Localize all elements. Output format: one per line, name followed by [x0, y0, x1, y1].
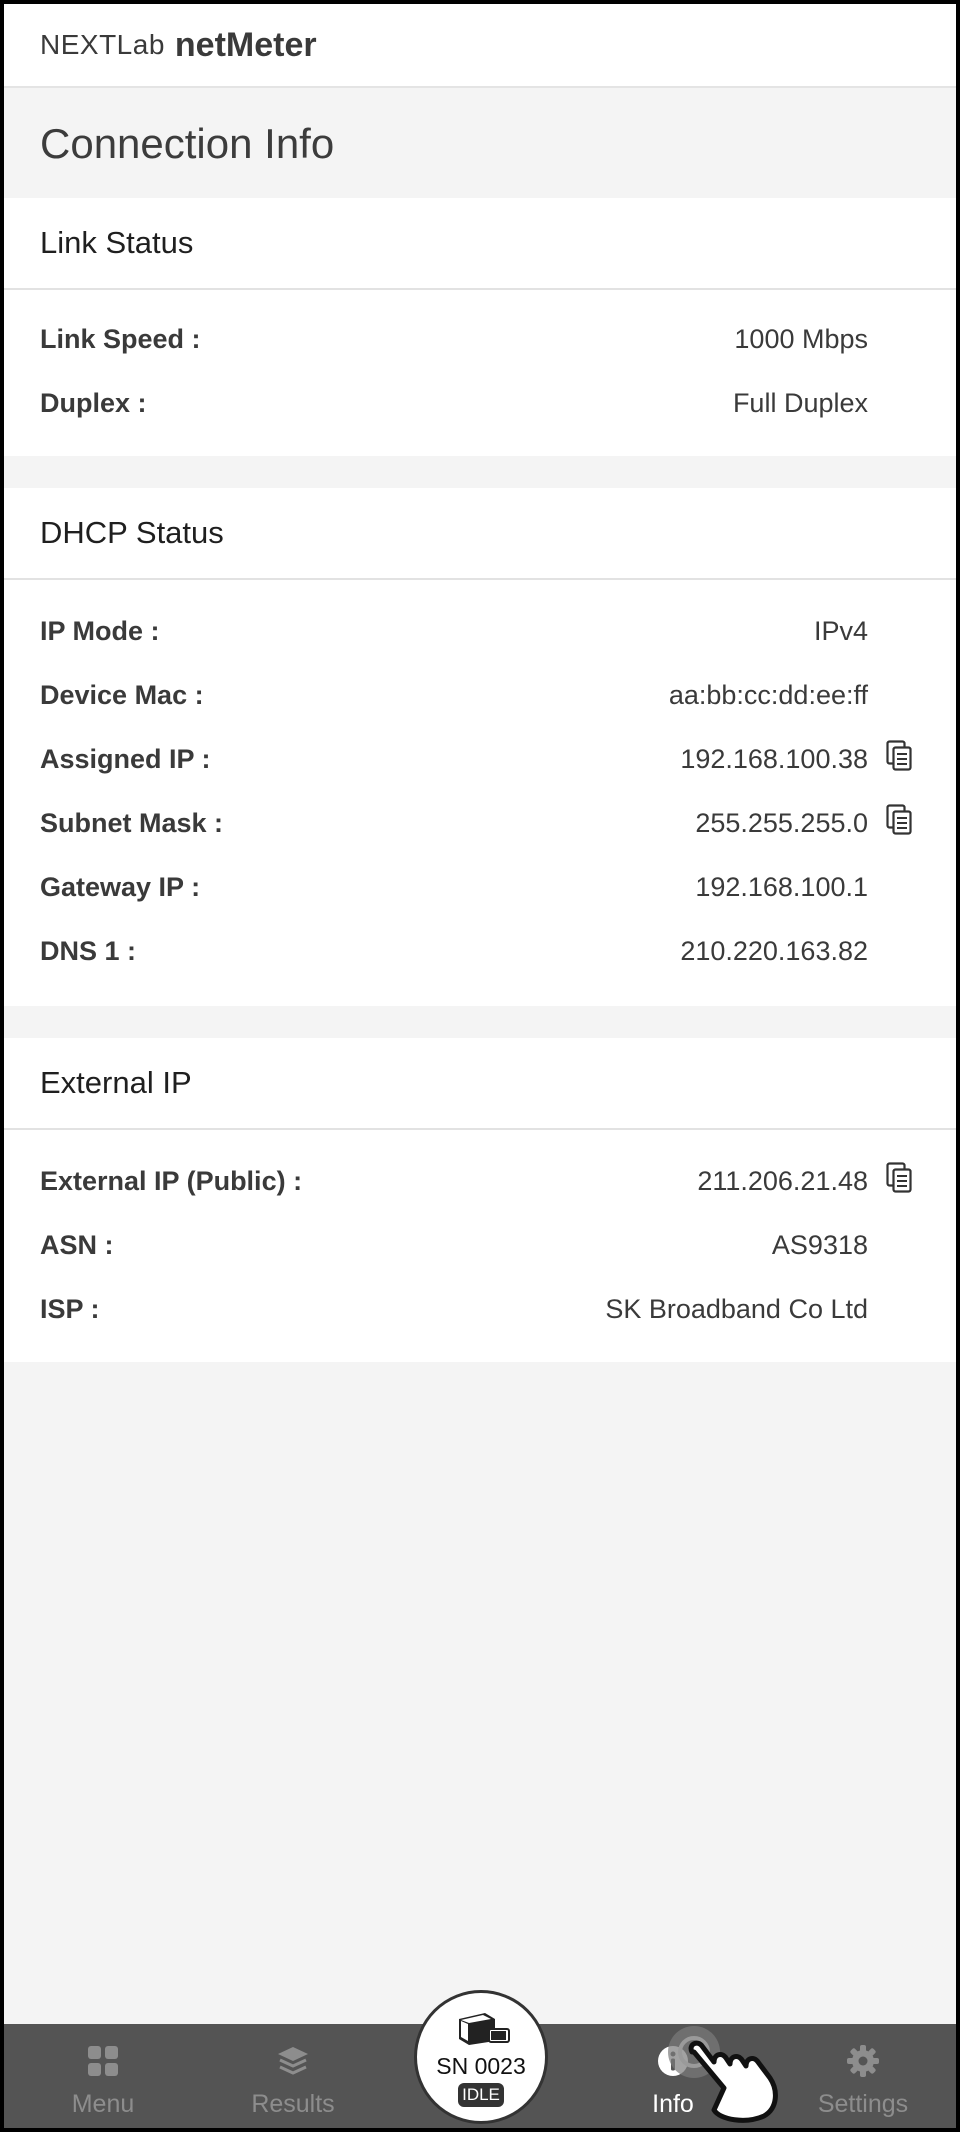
tab-label: Settings — [817, 2090, 909, 2118]
brand-name: netMeter — [174, 25, 317, 64]
row-value: 255.255.255.0 — [695, 808, 868, 838]
info-row-asn: ASN : AS9318 — [4, 1224, 956, 1274]
row-value: 211.206.21.48 — [697, 1166, 868, 1196]
device-status-button[interactable]: SN 0023 IDLE — [414, 1990, 548, 2124]
app-screen: NEXTLab netMeter Connection Info Link St… — [4, 4, 956, 2128]
row-label: Duplex : — [40, 388, 147, 418]
grid-icon — [88, 2046, 118, 2076]
row-value: IPv4 — [813, 616, 868, 646]
info-row-duplex: Duplex : Full Duplex — [4, 382, 956, 432]
dhcp-status-card: DHCP Status IP Mode : IPv4 Device Mac : … — [4, 488, 956, 1006]
row-label: Gateway IP : — [40, 872, 201, 902]
row-label: DNS 1 : — [40, 936, 137, 966]
tab-menu[interactable]: Menu — [28, 2024, 178, 2128]
row-label: ISP : — [40, 1294, 100, 1324]
row-value: 210.220.163.82 — [680, 936, 868, 966]
card-title: Link Status — [4, 198, 956, 290]
row-value: SK Broadband Co Ltd — [605, 1294, 868, 1324]
info-row-link-speed: Link Speed : 1000 Mbps — [4, 318, 956, 368]
card-title: DHCP Status — [4, 488, 956, 580]
row-label: Assigned IP : — [40, 744, 211, 774]
row-label: Device Mac : — [40, 680, 204, 710]
page-title: Connection Info — [40, 120, 335, 167]
device-serial: SN 0023 — [436, 2053, 526, 2079]
row-value: 1000 Mbps — [734, 324, 868, 354]
row-value: 192.168.100.1 — [695, 872, 868, 902]
tab-results[interactable]: Results — [218, 2024, 368, 2128]
info-row-assigned-ip: Assigned IP : 192.168.100.38 — [4, 738, 956, 788]
tab-label: Menu — [71, 2090, 135, 2118]
layers-icon — [278, 2047, 308, 2075]
row-label: External IP (Public) : — [40, 1166, 303, 1196]
row-value: Full Duplex — [732, 388, 868, 418]
row-value: AS9318 — [771, 1230, 868, 1260]
link-status-card: Link Status Link Speed : 1000 Mbps Duple… — [4, 198, 956, 456]
copy-icon[interactable] — [886, 740, 912, 772]
row-value: 192.168.100.38 — [680, 744, 868, 774]
info-row-device-mac: Device Mac : aa:bb:cc:dd:ee:ff — [4, 674, 956, 724]
info-row-dns-1: DNS 1 : 210.220.163.82 — [4, 930, 956, 980]
tab-settings[interactable]: Settings — [788, 2024, 938, 2128]
hand-pointer-icon — [668, 2026, 778, 2123]
row-label: Link Speed : — [40, 324, 201, 354]
app-header: NEXTLab netMeter — [4, 4, 956, 88]
row-value: aa:bb:cc:dd:ee:ff — [668, 680, 868, 710]
row-label: IP Mode : — [40, 616, 160, 646]
info-row-ip-mode: IP Mode : IPv4 — [4, 610, 956, 660]
external-ip-card: External IP External IP (Public) : 211.2… — [4, 1038, 956, 1362]
info-row-isp: ISP : SK Broadband Co Ltd — [4, 1288, 956, 1338]
device-battery-icon — [459, 2013, 510, 2045]
row-label: ASN : — [40, 1230, 114, 1260]
card-title: External IP — [4, 1038, 956, 1130]
device-state-badge: IDLE — [458, 2083, 504, 2107]
copy-icon[interactable] — [886, 804, 912, 836]
info-row-gateway-ip: Gateway IP : 192.168.100.1 — [4, 866, 956, 916]
copy-icon[interactable] — [886, 1162, 912, 1194]
tab-label: Results — [251, 2090, 335, 2118]
gear-icon — [847, 2045, 879, 2077]
info-row-subnet-mask: Subnet Mask : 255.255.255.0 — [4, 802, 956, 852]
row-label: Subnet Mask : — [40, 808, 224, 838]
info-row-external-ip: External IP (Public) : 211.206.21.48 — [4, 1160, 956, 1210]
brand-prefix: NEXTLab — [40, 29, 165, 60]
